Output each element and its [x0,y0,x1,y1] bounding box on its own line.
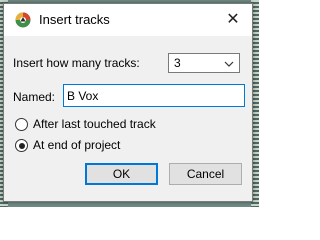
track-count-value: 3 [174,56,181,70]
close-icon: ✕ [226,11,240,28]
close-button[interactable]: ✕ [220,8,246,32]
radio-button[interactable] [15,139,28,152]
radio-button[interactable] [15,118,28,131]
dialog-title: Insert tracks [39,12,110,27]
track-count-label: Insert how many tracks: [13,56,140,70]
radio-selected-dot [18,142,25,149]
chevron-down-icon [224,61,234,67]
track-name-field[interactable] [63,84,245,107]
ok-button[interactable]: OK [85,163,158,185]
reaper-logo-icon [15,12,31,28]
cancel-button[interactable]: Cancel [169,163,242,185]
title-bar[interactable]: Insert tracks ✕ [4,4,252,36]
name-label: Named: [13,90,56,104]
track-name-input[interactable] [67,88,237,103]
insert-tracks-dialog: Insert tracks ✕ Insert how many tracks: … [3,3,253,202]
radio-label: After last touched track [33,117,156,131]
radio-label: At end of project [33,138,121,152]
track-count-select[interactable]: 3 [168,53,240,73]
